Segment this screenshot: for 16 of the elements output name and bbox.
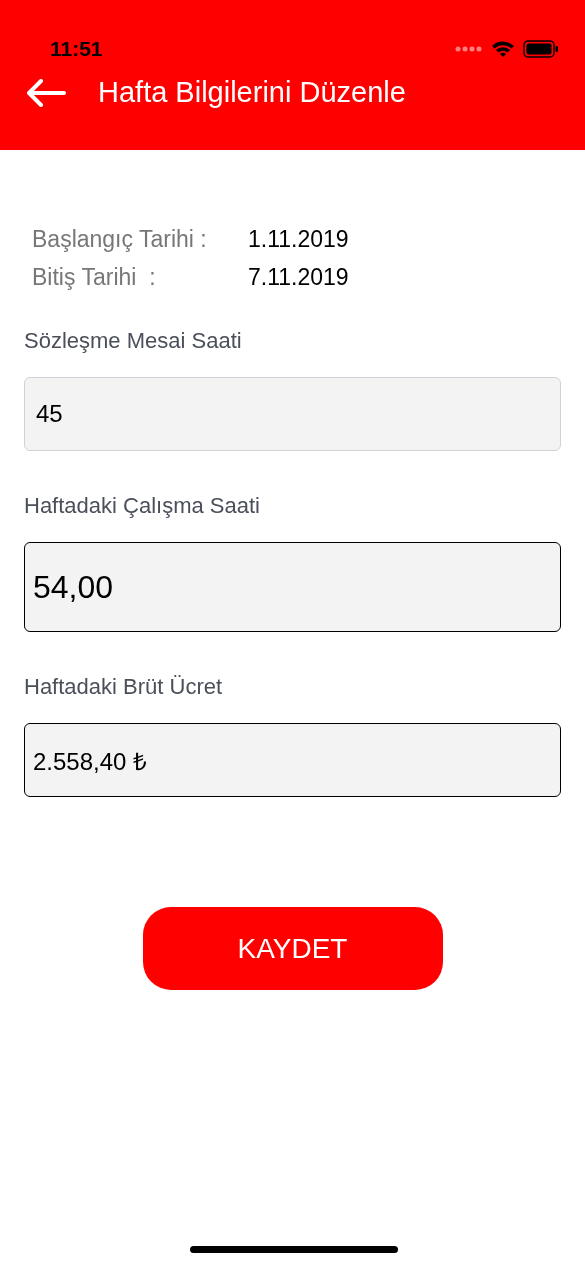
field-label: Haftadaki Brüt Ücret [24,673,224,701]
signal-icon [455,46,483,52]
input-field[interactable]: 54,00 [24,542,561,632]
info-label: Bitiş Tarihi : [32,263,157,292]
battery-icon [523,40,559,58]
field-label: Haftadaki Çalışma Saati [24,492,261,520]
info-value: 7.11.2019 [248,263,349,292]
info-label: Başlangıç Tarihi : [32,225,208,254]
back-arrow-icon[interactable] [26,79,66,107]
status-time: 11:51 [50,36,103,63]
save-button[interactable]: KAYDET [142,907,443,990]
input-field[interactable]: 2.558,40 ₺ [24,723,561,797]
info-value: 1.11.2019 [248,225,349,254]
field-label: Sözleşme Mesai Saati [24,327,243,355]
page-title: Hafta Bilgilerini Düzenle [98,75,406,111]
wifi-icon [491,40,515,58]
